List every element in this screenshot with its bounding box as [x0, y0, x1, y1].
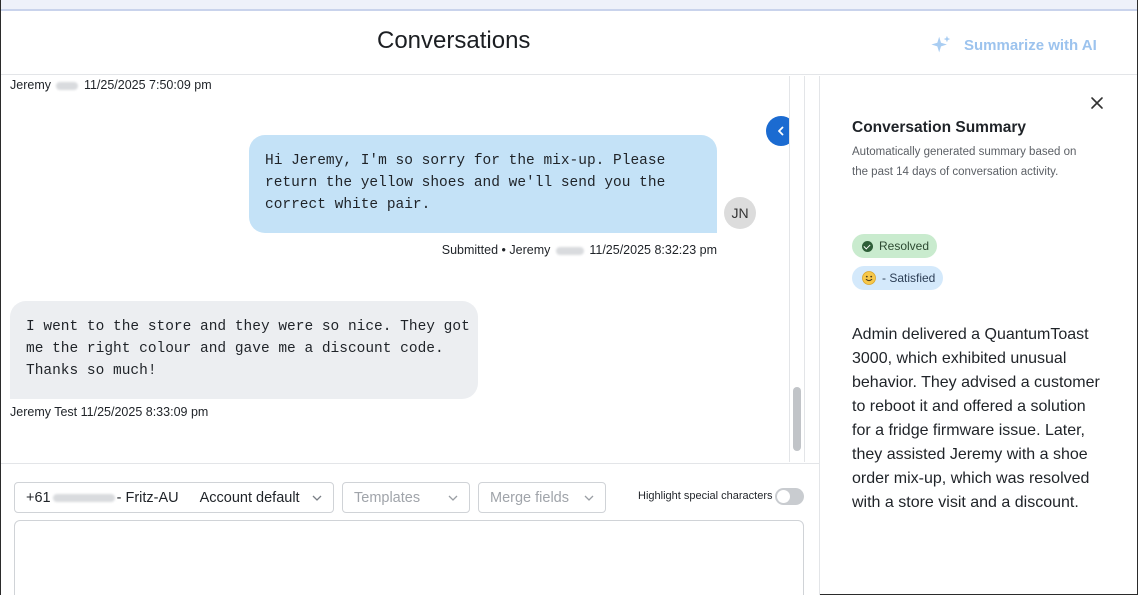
redacted-name — [555, 246, 584, 255]
redacted-name — [56, 81, 79, 90]
sparkle-icon — [931, 35, 951, 53]
close-icon[interactable] — [1090, 96, 1104, 110]
summary-panel: Conversation Summary Automatically gener… — [820, 76, 1137, 594]
header: Conversations Summarize with AI — [1, 13, 1137, 75]
account-label: Account default — [199, 489, 300, 506]
sentiment-badge: - Satisfied — [852, 266, 944, 290]
toggle-knob — [777, 490, 790, 503]
message-input[interactable] — [14, 520, 804, 595]
summarize-with-ai-button[interactable]: Summarize with AI — [930, 33, 1097, 57]
message-thread[interactable]: Jeremy 11/25/2025 7:50:09 pm Hi Jeremy, … — [1, 76, 780, 463]
chevron-down-icon — [312, 495, 322, 501]
top-strip — [1, 0, 1137, 11]
summary-title: Conversation Summary — [852, 119, 1026, 136]
thread-scrollbar[interactable] — [789, 76, 805, 462]
avatar: JN — [724, 197, 756, 229]
highlight-special-characters-toggle[interactable] — [775, 488, 804, 505]
merge-fields-select[interactable]: Merge fields — [478, 482, 606, 513]
chevron-down-icon — [584, 495, 594, 501]
summary-text: Admin delivered a QuantumToast 3000, whi… — [852, 326, 1100, 511]
message-meta: Jeremy Test 11/25/2025 8:33:09 pm — [10, 405, 208, 419]
sender-last-name: Test — [54, 405, 78, 419]
redacted-number — [52, 493, 115, 502]
message-meta: Submitted • Jeremy 11/25/2025 8:32:23 pm — [442, 243, 717, 257]
outbound-message-bubble: Hi Jeremy, I'm so sorry for the mix-up. … — [249, 135, 717, 233]
meta-separator: • — [501, 243, 506, 257]
message-timestamp: 11/25/2025 8:32:23 pm — [589, 243, 717, 257]
sender-first-name: Jeremy — [509, 243, 551, 257]
compose-area: +61 - Fritz-AU Account default Templates… — [1, 463, 819, 595]
sender-suffix: - Fritz-AU — [116, 489, 179, 506]
status-badge: Resolved — [852, 234, 938, 258]
scrollbar-thumb[interactable] — [793, 387, 801, 451]
inbound-message-bubble: I went to the store and they were so nic… — [10, 301, 478, 399]
sender-prefix: +61 — [26, 489, 51, 506]
status-badge-label: Resolved — [879, 239, 930, 253]
chevron-down-icon — [448, 495, 458, 501]
message-timestamp: 11/25/2025 8:33:09 pm — [80, 405, 209, 419]
merge-fields-placeholder: Merge fields — [490, 489, 569, 506]
message-meta: Jeremy 11/25/2025 7:50:09 pm — [10, 78, 212, 92]
sender-first-name: Jeremy — [10, 405, 51, 419]
chevron-left-icon — [778, 126, 784, 136]
highlight-special-characters-label: Highlight special characters — [638, 490, 773, 502]
summary-subtitle: Automatically generated summary based on… — [852, 146, 1077, 178]
smiley-icon — [862, 271, 876, 285]
sentiment-badge-label: - Satisfied — [882, 271, 936, 285]
message-timestamp: 11/25/2025 7:50:09 pm — [83, 78, 212, 92]
message-status: Submitted — [441, 243, 499, 257]
page-title: Conversations — [377, 27, 531, 54]
templates-placeholder: Templates — [354, 489, 421, 506]
sender-select[interactable]: +61 - Fritz-AU Account default — [14, 482, 334, 513]
templates-select[interactable]: Templates — [342, 482, 470, 513]
check-circle-icon — [862, 240, 873, 252]
summarize-label: Summarize with AI — [964, 36, 1097, 54]
sender-first-name: Jeremy — [10, 78, 51, 92]
